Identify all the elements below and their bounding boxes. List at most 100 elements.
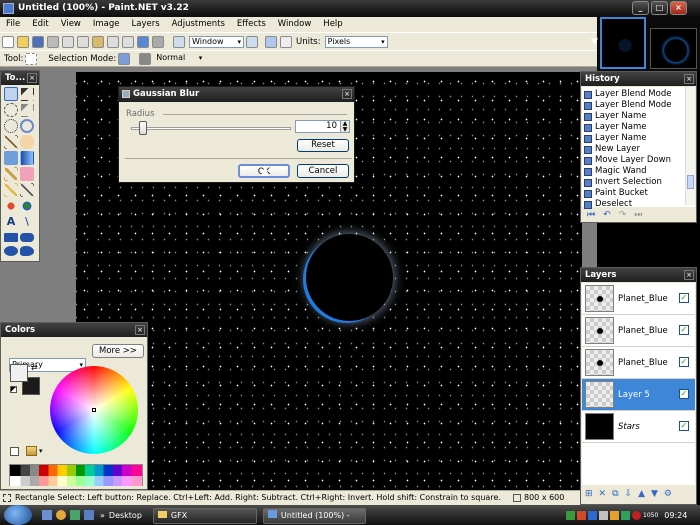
print-icon[interactable] — [47, 35, 59, 48]
history-scrollbar[interactable] — [685, 87, 695, 205]
add-layer-icon[interactable]: ⊞ — [585, 489, 593, 499]
history-item[interactable]: Paint Bucket — [582, 188, 695, 199]
text-icon[interactable]: A — [4, 215, 18, 229]
start-button[interactable] — [4, 505, 32, 525]
close-icon[interactable]: × — [135, 325, 145, 335]
layer-row[interactable]: Stars ✓ — [582, 411, 695, 443]
quick-launch-mail-icon[interactable] — [84, 510, 94, 520]
merge-layer-icon[interactable]: ⇩ — [625, 489, 633, 499]
history-item[interactable]: Layer Blend Mode — [582, 89, 695, 100]
layer-visibility-checkbox[interactable]: ✓ — [679, 293, 689, 303]
menu-image[interactable]: Image — [87, 17, 126, 32]
layer-row[interactable]: Planet_Blue ✓ — [582, 315, 695, 347]
pan-icon[interactable] — [20, 135, 34, 149]
menu-view[interactable]: View — [55, 17, 87, 32]
reset-colors-icon[interactable] — [10, 386, 17, 393]
layer-row[interactable]: Planet_Blue ✓ — [582, 347, 695, 379]
palette-dropdown-icon[interactable]: ▾ — [39, 447, 43, 455]
freeform-shape-icon[interactable] — [20, 246, 34, 256]
radius-slider-track[interactable] — [131, 127, 291, 130]
rewind-icon[interactable]: ⏮ — [587, 210, 595, 220]
clone-stamp-icon[interactable] — [4, 199, 18, 213]
undo-history-icon[interactable]: ↶ — [603, 210, 611, 220]
tray-icon-5[interactable] — [610, 510, 619, 520]
layer-visibility-checkbox[interactable]: ✓ — [679, 389, 689, 399]
close-icon[interactable]: × — [684, 270, 694, 280]
rectangle-icon[interactable] — [4, 233, 18, 242]
magic-wand-icon[interactable] — [4, 135, 18, 149]
cancel-button[interactable]: Cancel — [297, 164, 349, 178]
selection-mode-icon[interactable] — [118, 52, 131, 65]
menu-edit[interactable]: Edit — [26, 17, 54, 32]
eraser-icon[interactable] — [20, 167, 34, 181]
recolor-icon[interactable] — [20, 199, 34, 213]
history-item[interactable]: Deselect — [582, 199, 695, 210]
redo-icon[interactable] — [152, 35, 164, 48]
blend-mode-select[interactable]: Normal — [154, 53, 204, 65]
move-layer-down-icon[interactable]: ▼ — [651, 489, 658, 499]
close-icon[interactable]: × — [684, 74, 694, 84]
menu-layers[interactable]: Layers — [126, 17, 166, 32]
add-to-palette-icon[interactable] — [10, 447, 19, 456]
move-layer-up-icon[interactable]: ▲ — [638, 489, 645, 499]
desktop-arrow-icon[interactable]: » — [100, 511, 105, 520]
blend-mode-icon[interactable] — [139, 52, 152, 65]
maximize-button[interactable]: □ — [651, 1, 668, 15]
units-select[interactable]: Pixels — [324, 35, 388, 48]
cut-icon[interactable] — [62, 35, 74, 48]
taskbar-desktop[interactable]: Desktop — [109, 511, 153, 520]
copy-icon[interactable] — [77, 35, 89, 48]
paste-icon[interactable] — [92, 35, 104, 48]
redo-history-icon[interactable]: ↷ — [619, 210, 627, 220]
tool-select-icon[interactable] — [25, 52, 38, 65]
tray-icon-4[interactable] — [599, 510, 608, 520]
history-item[interactable]: Layer Name — [582, 133, 695, 144]
lasso-icon[interactable] — [4, 103, 18, 117]
close-icon[interactable]: × — [27, 73, 37, 83]
quick-launch-media-icon[interactable] — [70, 510, 80, 520]
radius-input[interactable]: 10 — [295, 120, 341, 133]
paintbrush-icon[interactable] — [4, 167, 18, 181]
fast-forward-icon[interactable]: ⏭ — [634, 210, 642, 220]
more-colors-button[interactable]: More >> — [92, 344, 144, 358]
menu-effects[interactable]: Effects — [231, 17, 272, 32]
layer-row[interactable]: Planet_Blue ✓ — [582, 283, 695, 315]
undo-icon[interactable] — [137, 35, 149, 48]
tray-icon-6[interactable] — [621, 510, 630, 520]
menu-window[interactable]: Window — [272, 17, 318, 32]
open-icon[interactable] — [17, 35, 29, 48]
delete-layer-icon[interactable]: ✕ — [599, 489, 607, 499]
menu-help[interactable]: Help — [317, 17, 348, 32]
paint-bucket-icon[interactable] — [4, 151, 18, 165]
gradient-icon[interactable] — [20, 151, 34, 165]
radius-spinner[interactable]: ▲ ▼ — [340, 120, 350, 133]
line-icon[interactable]: \ — [20, 215, 34, 229]
history-item[interactable]: Magic Wand — [582, 166, 695, 177]
thumbnail-gfx[interactable] — [650, 28, 697, 69]
color-wheel-cursor[interactable] — [92, 408, 96, 412]
quick-launch-desktop-icon[interactable] — [42, 510, 52, 520]
menu-file[interactable]: File — [0, 17, 26, 32]
rounded-rectangle-icon[interactable] — [20, 233, 34, 242]
history-item[interactable]: Layer Name — [582, 111, 695, 122]
minimize-button[interactable]: _ — [632, 1, 649, 15]
move-selection-icon[interactable] — [20, 103, 34, 117]
deselect-icon[interactable] — [122, 35, 134, 48]
color-picker-icon[interactable] — [20, 183, 34, 197]
zoom-icon[interactable] — [173, 35, 185, 48]
history-item[interactable]: Invert Selection — [582, 177, 695, 188]
tray-icon-3[interactable] — [588, 510, 597, 520]
primary-color-swatch[interactable] — [10, 364, 28, 382]
color-palette[interactable] — [9, 464, 143, 486]
history-item[interactable]: Layer Name — [582, 122, 695, 133]
history-scroll-thumb[interactable] — [687, 175, 694, 189]
grid-icon[interactable] — [265, 35, 277, 48]
pencil-icon[interactable] — [4, 183, 18, 197]
layer-row-selected[interactable]: Layer 5 ✓ — [582, 379, 695, 411]
ruler-icon[interactable] — [280, 35, 292, 48]
ellipse-icon[interactable] — [4, 246, 18, 256]
ellipse-select-icon[interactable] — [4, 119, 18, 133]
close-button[interactable]: × — [670, 1, 687, 15]
swap-colors-icon[interactable]: ⇄ — [31, 363, 38, 372]
quick-launch-browser-icon[interactable] — [56, 510, 66, 520]
